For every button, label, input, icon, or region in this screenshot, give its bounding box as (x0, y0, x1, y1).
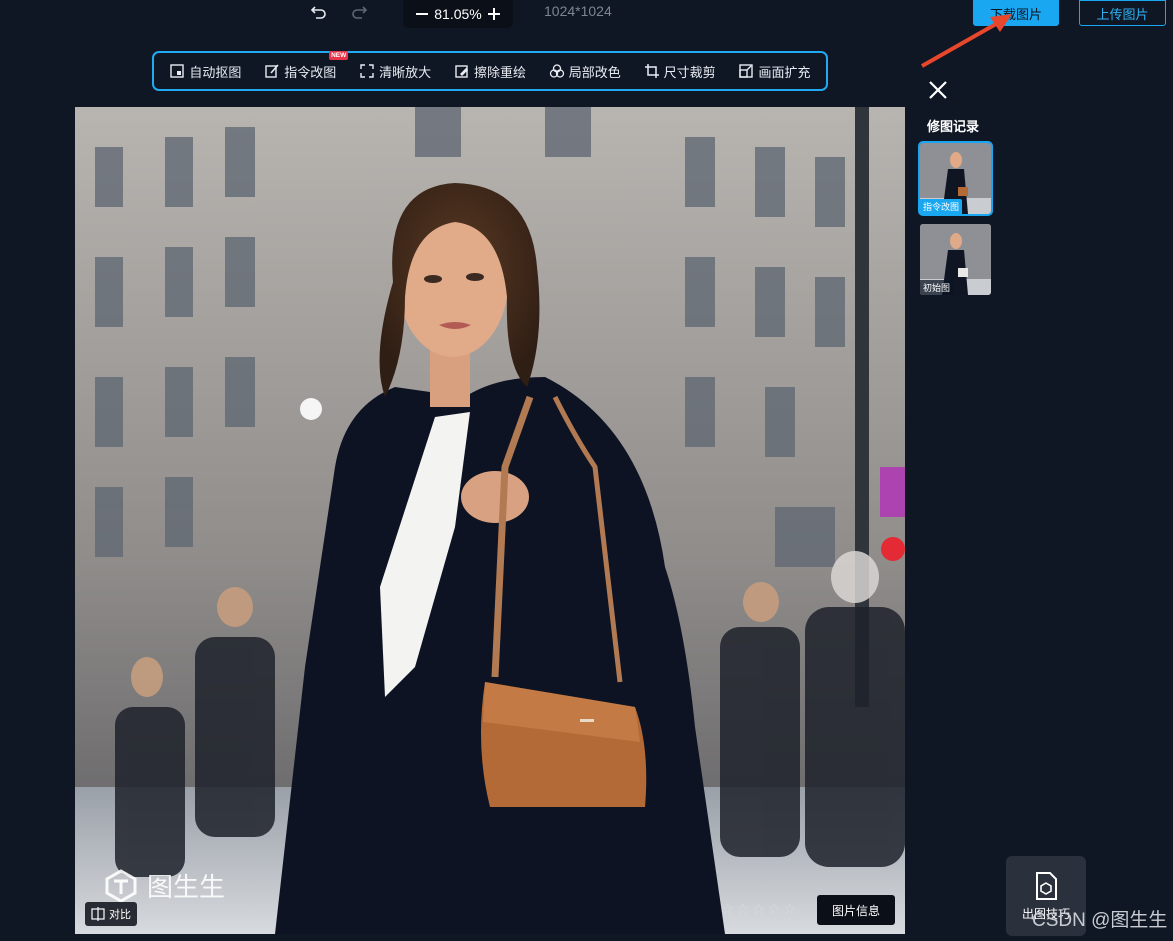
compare-label: 对比 (109, 908, 131, 921)
close-icon[interactable] (926, 78, 950, 106)
tool-auto-cutout[interactable]: 自动抠图 (169, 62, 241, 81)
history-item-label: 指令改图 (920, 199, 963, 214)
compare-icon (91, 907, 105, 921)
tool-local-recolor[interactable]: 局部改色 (549, 62, 621, 81)
tushengsheng-logo-icon (105, 868, 137, 903)
main-image-canvas[interactable]: 图生生 对比 ☆ ☆ ☆ ☆ ☆ 图片信息 (75, 107, 905, 934)
history-title: 修图记录 (927, 120, 980, 135)
history-item-label: 初始图 (920, 280, 954, 295)
street-fashion-photo (75, 107, 905, 934)
tool-label: 指令改图 (284, 65, 337, 81)
star-icon[interactable]: ☆ (767, 902, 780, 917)
eraser-icon (455, 65, 468, 78)
tool-extend[interactable]: 画面扩充 (738, 62, 810, 81)
tool-label: 尺寸裁剪 (663, 65, 716, 81)
tool-crop[interactable]: 尺寸裁剪 (644, 62, 716, 81)
csdn-watermark: CSDN @图生生 (1032, 910, 1168, 931)
star-icon[interactable]: ☆ (752, 902, 765, 917)
new-badge: NEW (329, 50, 349, 60)
star-icon[interactable]: ☆ (721, 902, 734, 917)
watermark-logo: 图生生 (103, 867, 225, 904)
tool-label: 擦除重绘 (473, 65, 526, 81)
edit-toolbar: 自动抠图 指令改图 NEW 清晰放大 擦除重绘 局部改色 尺寸裁剪 画面扩充 (152, 50, 828, 91)
auto-cutout-icon (170, 64, 185, 78)
tool-label: 清晰放大 (379, 65, 432, 81)
extend-icon (739, 64, 754, 78)
expand-icon (360, 64, 374, 78)
history-item-original[interactable]: 初始图 (920, 224, 991, 295)
tool-label: 画面扩充 (758, 65, 811, 81)
tool-instruction-edit[interactable]: 指令改图 NEW (264, 50, 349, 81)
tool-label: 自动抠图 (189, 65, 242, 81)
star-icon[interactable]: ☆ (736, 902, 749, 917)
color-circles-icon (549, 64, 564, 78)
image-info-button[interactable]: 图片信息 (817, 895, 895, 925)
tool-upscale[interactable]: 清晰放大 (359, 62, 431, 81)
history-item-instruction-edit[interactable]: 指令改图 (918, 141, 993, 216)
tool-erase-redraw[interactable]: 擦除重绘 (454, 62, 526, 81)
edit-icon (265, 64, 279, 78)
star-icon[interactable]: ☆ (783, 902, 796, 917)
compare-button[interactable]: 对比 (85, 902, 137, 926)
tool-label: 局部改色 (568, 65, 621, 81)
watermark-text: 图生生 (147, 873, 226, 903)
rating-stars[interactable]: ☆ ☆ ☆ ☆ ☆ (721, 902, 796, 917)
document-icon (1036, 871, 1057, 900)
crop-icon (644, 64, 659, 78)
